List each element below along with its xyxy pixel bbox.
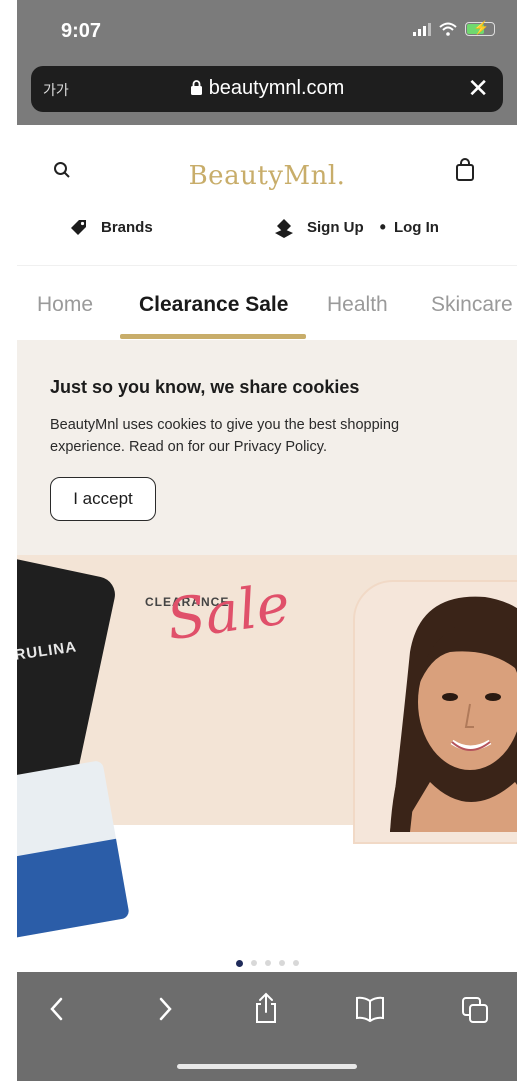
carousel-dot[interactable] <box>278 960 285 966</box>
tab-clearance-sale[interactable]: Clearance Sale <box>139 293 288 317</box>
signup-link[interactable]: Sign Up <box>307 219 364 236</box>
hero-banner[interactable]: SPIRULINA CLEARANCE Sale <box>17 555 517 970</box>
cellular-signal-icon <box>413 22 431 36</box>
account-links: Sign Up • Log In <box>273 217 439 238</box>
user-icon <box>275 218 293 238</box>
category-tabs: Home Clearance Sale Health Skincare <box>17 265 517 341</box>
browser-toolbar <box>17 972 517 1081</box>
cookie-notice: Just so you know, we share cookies Beaut… <box>17 340 517 555</box>
model-photo <box>353 580 517 844</box>
login-link[interactable]: Log In <box>394 219 439 236</box>
cookie-title: Just so you know, we share cookies <box>50 377 360 397</box>
carousel-dot[interactable] <box>264 960 271 966</box>
model-face-image <box>390 596 517 832</box>
status-icons: ⚡ <box>413 20 495 36</box>
carousel-pagination <box>17 960 517 972</box>
tab-skincare[interactable]: Skincare <box>431 293 513 317</box>
carousel-dot[interactable] <box>250 960 257 966</box>
shopping-bag-icon[interactable] <box>455 158 475 182</box>
url-text: beautymnl.com <box>208 77 345 99</box>
bookmarks-icon[interactable] <box>355 996 385 1022</box>
brands-link[interactable]: Brands <box>69 217 153 237</box>
tabs-icon[interactable] <box>461 996 489 1024</box>
home-indicator[interactable] <box>177 1064 357 1069</box>
forward-icon[interactable] <box>155 996 175 1022</box>
status-time: 9:07 <box>61 20 102 42</box>
tab-health[interactable]: Health <box>327 293 388 317</box>
browser-chrome: 9:07 ⚡ 가가 beautymnl.com ✕ <box>17 0 517 125</box>
active-tab-indicator <box>120 334 306 339</box>
site-header: BeautyMnl. Brands Sign Up • Log In <box>17 125 517 265</box>
lock-icon <box>190 80 202 95</box>
address-bar[interactable]: 가가 beautymnl.com ✕ <box>31 66 503 112</box>
carousel-dot-active[interactable] <box>235 960 243 967</box>
brands-label: Brands <box>101 218 153 236</box>
battery-icon: ⚡ <box>465 20 495 36</box>
url-display[interactable]: beautymnl.com <box>31 77 503 100</box>
carousel-dot[interactable] <box>292 960 299 966</box>
back-icon[interactable] <box>47 996 67 1022</box>
banner-panel <box>121 825 517 970</box>
share-icon[interactable] <box>253 992 279 1024</box>
site-logo[interactable]: BeautyMnl. <box>17 161 517 191</box>
wifi-icon <box>439 22 457 36</box>
separator: • <box>379 217 386 237</box>
cookie-body: BeautyMnl uses cookies to give you the b… <box>50 417 400 455</box>
tab-home[interactable]: Home <box>37 293 93 317</box>
phone-screen: 9:07 ⚡ 가가 beautymnl.com ✕ BeautyMnl. Bra… <box>17 0 517 1081</box>
bottle-label: SPIRULINA <box>17 638 78 668</box>
close-icon[interactable]: ✕ <box>467 74 489 102</box>
accept-cookies-button[interactable]: I accept <box>50 477 156 521</box>
tag-icon <box>71 220 86 235</box>
